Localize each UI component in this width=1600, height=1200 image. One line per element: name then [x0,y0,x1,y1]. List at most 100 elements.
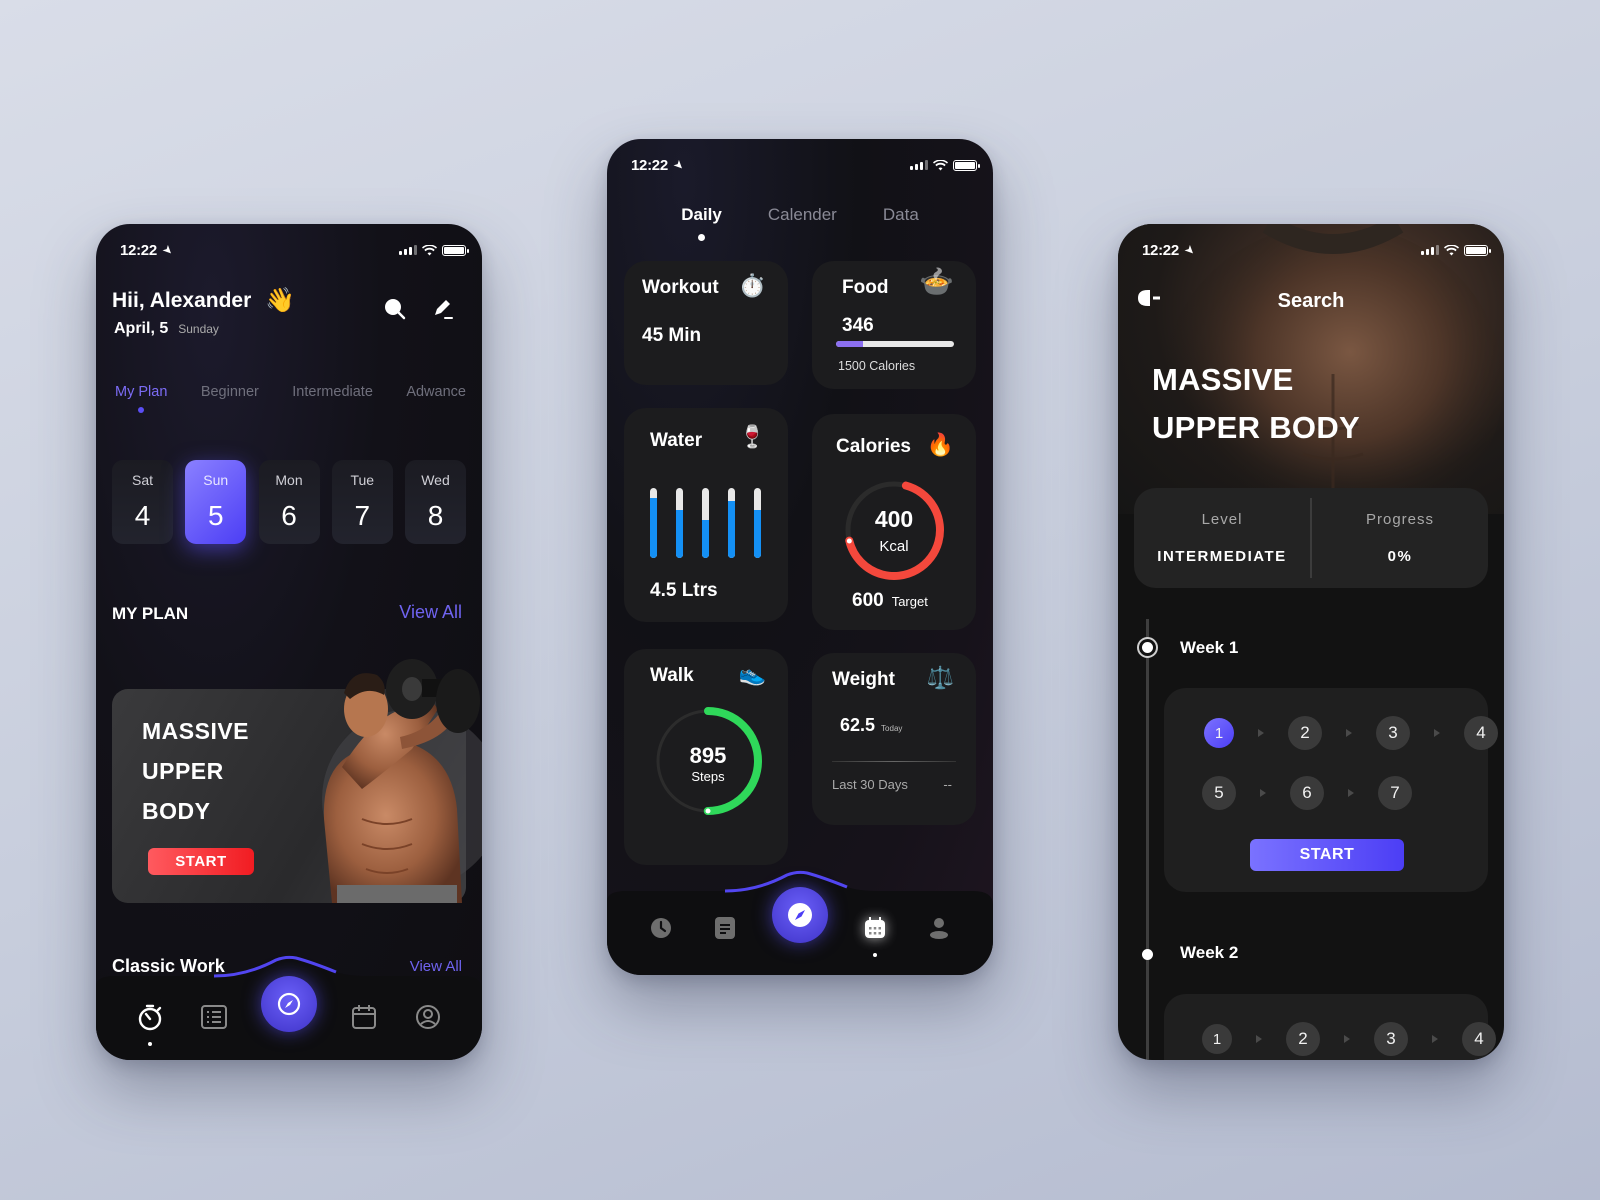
day-sat[interactable]: Sat 4 [112,460,173,544]
walk-value: 895 [689,743,727,768]
arrow-right-icon [1434,729,1440,737]
nav-notes[interactable] [708,911,742,945]
signal-icon [1421,245,1439,255]
hero-title-line: UPPER BODY [1152,410,1360,445]
home-screen: 12:22 ➤ Hii, Alexander 👋 April, 5 Sunday … [96,224,482,1060]
hero-title: MASSIVE UPPER BODY [1152,356,1360,452]
nav-calendar[interactable] [858,911,892,957]
arrow-right-icon [1258,729,1264,737]
nav-explore[interactable] [261,976,317,1032]
day-step[interactable]: 4 [1462,1022,1496,1056]
start-button[interactable]: START [148,848,254,875]
tab-intermediate[interactable]: Intermediate [292,384,373,400]
progress-label: Progress [1365,511,1435,528]
day-tue[interactable]: Tue 7 [331,460,393,544]
week1-label: Week 1 [1180,638,1239,657]
calories-target-label: Target [891,594,928,609]
timer-icon [138,1004,162,1031]
plan-info-card: Level INTERMEDIATE Progress 0% [1134,488,1488,588]
tab-beginner[interactable]: Beginner [201,384,259,400]
my-plan-heading: MY PLAN [112,604,189,623]
level-value: INTERMEDIATE [1157,548,1287,565]
walk-ring-knob [705,808,711,814]
weight-period-value: -- [943,777,952,792]
nav-clock[interactable] [644,911,678,945]
tab-calender[interactable]: Calender [768,205,837,225]
water-card[interactable]: Water 🍷 4.5 Ltrs [624,408,788,622]
water-bar-fill [728,500,735,558]
level-info: Level INTERMEDIATE [1134,488,1310,588]
calendar-icon [865,917,885,938]
walk-card[interactable]: Walk 👟 895 Steps [624,649,788,865]
greeting-text: Hii, Alexander [112,288,252,312]
week-timeline [1146,619,1149,1060]
calendar-icon [352,1005,376,1029]
header-title: Search [1277,290,1345,312]
nav-explore[interactable] [772,887,828,943]
day-number: 7 [354,500,371,531]
status-time: 12:22 [120,241,157,259]
water-bar-fill [702,520,709,558]
date-row: April, 5 Sunday [114,320,219,338]
walk-title: Walk [650,665,694,686]
day-step[interactable]: 2 [1288,716,1322,750]
day-step[interactable]: 7 [1378,776,1412,810]
location-icon: ➤ [159,241,177,259]
location-icon: ➤ [1181,241,1199,259]
edit-icon[interactable] [432,298,454,320]
day-number: 6 [281,500,297,531]
weight-card[interactable]: Weight ⚖️ 62.5 Today Last 30 Days -- [812,653,976,825]
workout-card[interactable]: Workout ⏱️ 45 Min [624,261,788,385]
day-sun[interactable]: Sun 5 [185,460,247,544]
day-step[interactable]: 3 [1374,1022,1408,1056]
tab-daily[interactable]: Daily [681,205,722,241]
water-title: Water [650,430,703,451]
start-week-button[interactable]: START [1250,839,1404,871]
tab-data[interactable]: Data [883,205,919,225]
arrow-right-icon [1348,789,1354,797]
day-step[interactable]: 6 [1290,776,1324,810]
level-tabs: My Plan Beginner Intermediate Adwance [115,384,466,413]
day-step[interactable]: 4 [1464,716,1498,750]
day-number: 4 [134,500,151,531]
weight-divider [832,761,956,762]
nav-profile[interactable] [922,911,956,945]
tab-my-plan[interactable]: My Plan [115,384,167,413]
profile-icon [930,918,948,939]
day-step-current[interactable]: 1 [1204,718,1234,748]
greeting: Hii, Alexander 👋 [112,286,295,315]
athlete-image [262,649,482,903]
nav-timer[interactable] [133,1000,167,1046]
day-step[interactable]: 2 [1286,1022,1320,1056]
nav-profile[interactable] [411,1000,445,1034]
search-icon[interactable] [384,298,406,320]
day-step[interactable]: 5 [1202,776,1236,810]
water-bars [650,488,761,558]
tab-advance[interactable]: Adwance [406,384,466,400]
weight-period-label: Last 30 Days [832,777,908,792]
compass-icon [277,992,301,1016]
day-mon[interactable]: Mon 6 [258,460,320,544]
calories-card[interactable]: Calories 🔥 400 Kcal 600 Target [812,414,976,630]
daily-tabs: Daily Calender Data [607,205,993,241]
weekday-text: Sunday [178,322,219,336]
plan-card[interactable]: MASSIVE UPPER BODY START [112,659,482,903]
water-bar [702,488,709,558]
progress-value: 0% [1387,548,1413,565]
status-bar: 12:22 ➤ [1142,240,1491,260]
day-step[interactable]: 3 [1376,716,1410,750]
hero-title-line: MASSIVE [1152,362,1294,397]
arrow-right-icon [1344,1035,1350,1043]
week2-row1: 1 2 3 4 [1202,1022,1496,1056]
day-step[interactable]: 1 [1202,1024,1232,1054]
day-wed[interactable]: Wed 8 [405,460,466,544]
signal-icon [399,245,417,255]
progress-info: Progress 0% [1312,488,1488,588]
food-card[interactable]: Food 🍲 346 1500 Calories [812,261,976,389]
arrow-right-icon [1432,1035,1438,1043]
view-all-link[interactable]: View All [399,602,462,623]
nav-calendar[interactable] [347,1000,381,1034]
workout-title: Workout [642,277,719,298]
nav-list[interactable] [197,1000,231,1034]
date-text: April, 5 [114,320,169,337]
